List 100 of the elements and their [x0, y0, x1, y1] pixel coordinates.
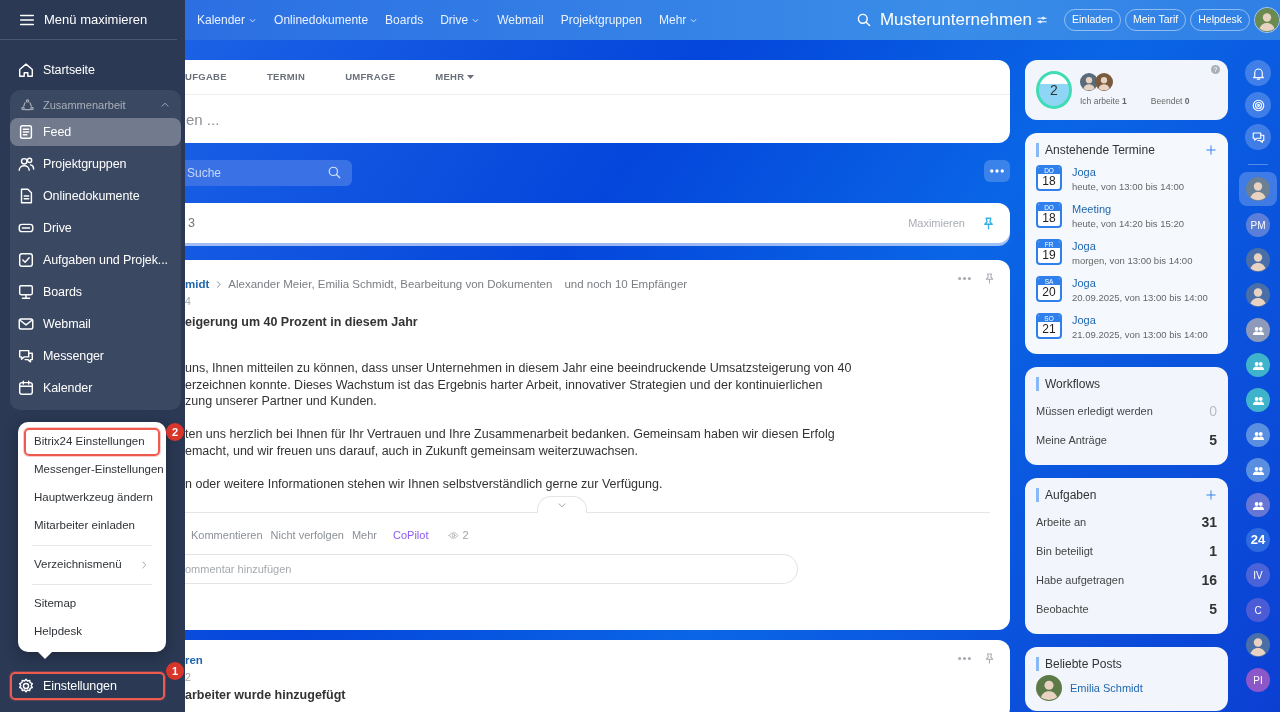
post-action-link[interactable]: Kommentieren [191, 527, 263, 544]
chat-item[interactable]: PM [1239, 209, 1277, 241]
event-time: 20.09.2025, von 13:00 bis 14:00 [1072, 291, 1208, 305]
activity-button[interactable] [1245, 92, 1271, 118]
user-avatar[interactable] [1254, 7, 1280, 33]
avatar [1246, 248, 1270, 272]
menu-item[interactable]: Sitemap [24, 590, 160, 618]
menu-item[interactable]: Bitrix24 Einstellungen [24, 428, 160, 456]
add-button[interactable] [1205, 144, 1217, 156]
row-label: Beobachte [1036, 602, 1089, 618]
sidebar-item[interactable]: Einstellungen [10, 672, 165, 700]
row-label: Habe aufgetragen [1036, 573, 1125, 589]
row-count: 1 [1209, 542, 1217, 561]
row-count: 5 [1209, 431, 1217, 450]
company-name: Musterunternehmen [879, 9, 1032, 32]
company-settings-button[interactable] [1036, 14, 1048, 26]
sidebar-item[interactable]: Onlinedokumente [10, 182, 181, 210]
sidebar-item[interactable]: Startseite [10, 56, 181, 84]
nav-link[interactable]: Onlinedokumente [274, 11, 369, 29]
callout-badge: 1 [166, 662, 184, 680]
composer-tab[interactable]: MEHR [435, 69, 475, 85]
event-time: 21.09.2025, von 13:00 bis 14:00 [1072, 328, 1208, 342]
post-paragraph: ten uns herzlich bei Ihnen für Ihr Vertrauen und Ihre Zusammenarbeit bedanken. Gemeinsam haben wir diesen Erfolg emacht, und wir freuen uns darauf, auch in Zukunft gemeinsam weiterzuwachsen. [185, 426, 836, 459]
post-title: arbeiter wurde hinzugefügt [185, 687, 347, 705]
chat-item[interactable] [1239, 172, 1277, 206]
search-button[interactable] [855, 12, 872, 28]
messages-button[interactable] [1245, 124, 1271, 150]
sidebar-item[interactable]: Feed [10, 118, 181, 146]
nav-link[interactable]: Webmail [497, 11, 544, 29]
chat-item[interactable]: PI [1239, 664, 1277, 696]
nav-link[interactable]: Kalender [197, 11, 258, 29]
post-action-link[interactable]: Nicht verfolgen [270, 527, 344, 544]
pinned-count: 3 [188, 214, 195, 232]
row-count: 5 [1209, 600, 1217, 619]
timer-stat: Ich arbeite 1 [1080, 94, 1127, 108]
day-number: 19 [1042, 248, 1056, 263]
sidebar-item[interactable]: Messenger [10, 342, 181, 370]
sidebar-item[interactable]: Kalender [10, 374, 181, 402]
post-paragraph: uns, Ihnen mitteilen zu können, dass unser Unternehmen in diesem Jahr eine beeindruckende Umsatzsteigerung von 40 erzeichnen konnte. Dieses Wachstum ist das Ergebnis harter Arbeit, innovativer Strategien und der kontinuierlichen zung unserer Partner und Kunden. [185, 360, 853, 410]
more-recipients-link[interactable]: und noch 10 Empfänger [564, 276, 688, 294]
day-number: 21 [1042, 322, 1056, 337]
menu-item[interactable]: Helpdesk [24, 618, 160, 646]
avatar [1246, 633, 1270, 657]
presentation-board-icon [17, 283, 35, 301]
menu-item[interactable]: Verzeichnismenü [24, 551, 160, 579]
post-time: 2 [185, 671, 192, 685]
menu-toggle[interactable]: Menü maximieren [18, 9, 148, 30]
sidebar-item[interactable]: Projektgruppen [10, 150, 181, 178]
event-link[interactable]: Joga [1072, 239, 1193, 254]
plus-icon [1205, 144, 1217, 156]
nav-link[interactable]: Projektgruppen [560, 11, 642, 29]
sidebar-item[interactable]: Webmail [10, 310, 181, 338]
event-link[interactable]: Joga [1072, 313, 1208, 328]
message-input[interactable]: en ... [185, 95, 1010, 143]
initials-avatar: C [1246, 598, 1270, 622]
chat-item[interactable]: 24 [1239, 524, 1277, 556]
composer-tab[interactable]: TERMIN [266, 69, 306, 85]
row-label: Arbeite an [1036, 515, 1087, 531]
chat-icon [17, 347, 35, 365]
menu-item[interactable]: Hauptwerkzeug ändern [24, 484, 160, 512]
spiral-icon [1250, 97, 1266, 113]
row-count: 0 [1209, 402, 1217, 421]
notifications-button[interactable] [1245, 60, 1271, 86]
feed-icon [17, 123, 35, 141]
view-count: 2 [462, 528, 469, 543]
day-number: 18 [1042, 211, 1056, 226]
sidebar-item[interactable]: Drive [10, 214, 181, 242]
chat-item[interactable]: C [1239, 594, 1277, 626]
nav-link[interactable]: Mehr [659, 11, 699, 29]
author-link[interactable]: Emilia Schmidt [1070, 679, 1143, 697]
post-action-link[interactable]: Mehr [351, 527, 377, 544]
event-link[interactable]: Joga [1072, 165, 1184, 180]
day-number: 18 [1042, 174, 1056, 189]
event-link[interactable]: Meeting [1072, 202, 1184, 217]
checkbox-icon [17, 251, 35, 269]
nav-link[interactable]: Boards [385, 11, 424, 29]
network-icon [20, 97, 35, 113]
nav-link[interactable]: Drive [440, 11, 481, 29]
composer-tab[interactable]: UMFRAGE [345, 69, 396, 85]
event-link[interactable]: Joga [1072, 276, 1208, 291]
post-title: eigerung um 40 Prozent in diesem Jahr [185, 314, 419, 332]
search-icon [327, 165, 342, 180]
author-link[interactable]: midt [185, 276, 210, 294]
chat-item[interactable]: IV [1239, 559, 1277, 591]
composer-tab[interactable]: UFGABE [185, 69, 227, 85]
envelope-icon [17, 315, 35, 333]
copilot-link[interactable]: CoPilot [393, 527, 429, 544]
menu-item[interactable]: Mitarbeiter einladen [24, 512, 160, 540]
sidebar-item[interactable]: Aufgaben und Projek... [10, 246, 181, 274]
row-label: Bin beteiligt [1036, 544, 1093, 560]
event-time: heute, von 14:20 bis 15:20 [1072, 217, 1184, 231]
filter-search-field[interactable]: Suche [185, 160, 352, 186]
author-link[interactable]: ren [185, 652, 203, 670]
avatar [1246, 177, 1270, 201]
add-button[interactable] [1205, 489, 1217, 501]
comment-input[interactable]: ommentar hinzufügen [185, 553, 798, 584]
bell-icon [1250, 65, 1266, 81]
more-button[interactable] [984, 160, 1010, 182]
sidebar-item[interactable]: Boards [10, 278, 181, 306]
group-header[interactable]: Zusammenarbeit [20, 96, 151, 114]
